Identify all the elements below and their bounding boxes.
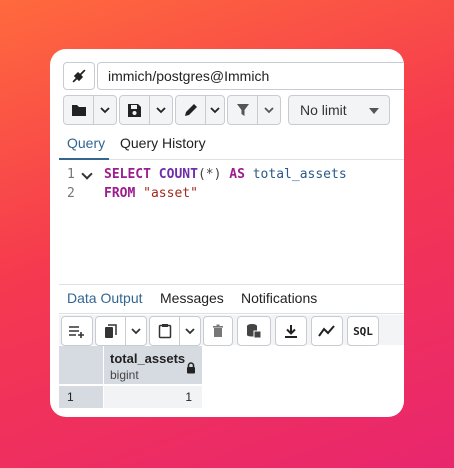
caret-down-icon bbox=[369, 108, 379, 114]
sql-button[interactable]: SQL bbox=[348, 317, 378, 345]
save-group bbox=[119, 95, 173, 125]
sql-alias: total_assets bbox=[252, 167, 347, 182]
delete-group bbox=[203, 316, 233, 346]
add-row-group bbox=[61, 316, 93, 346]
lock-icon bbox=[187, 362, 195, 374]
query-tool-window: immich/postgres@Immich No limit Query Qu… bbox=[50, 49, 404, 417]
pencil-icon bbox=[184, 104, 197, 116]
open-file-button[interactable] bbox=[64, 96, 94, 124]
table-cell[interactable]: 1 bbox=[104, 386, 202, 408]
filter-dropdown[interactable] bbox=[258, 96, 280, 124]
code-line: SELECT COUNT(*) AS total_assets bbox=[104, 167, 347, 182]
graph-group bbox=[311, 316, 343, 346]
floppy-disk-icon bbox=[128, 103, 141, 117]
column-type: bigint bbox=[110, 368, 139, 382]
filter-group bbox=[227, 95, 281, 125]
tab-data-output[interactable]: Data Output bbox=[67, 290, 143, 306]
clipboard-icon bbox=[158, 324, 171, 339]
tab-notifications[interactable]: Notifications bbox=[241, 290, 317, 306]
output-tabs: Data Output Messages Notifications bbox=[59, 284, 404, 314]
chevron-down-icon bbox=[185, 328, 195, 335]
add-row-icon bbox=[69, 326, 84, 338]
copy-dropdown[interactable] bbox=[126, 317, 146, 345]
editor-tabs: Query Query History bbox=[59, 131, 404, 160]
download-button[interactable] bbox=[276, 317, 306, 345]
sql-function: COUNT bbox=[158, 167, 198, 182]
open-file-dropdown[interactable] bbox=[94, 96, 116, 124]
tab-messages[interactable]: Messages bbox=[160, 290, 224, 306]
sql-keyword: FROM bbox=[104, 186, 136, 201]
plug-icon bbox=[72, 69, 86, 83]
query-toolbar: No limit bbox=[59, 95, 404, 127]
edit-button[interactable] bbox=[176, 96, 206, 124]
connection-bar: immich/postgres@Immich bbox=[59, 59, 404, 91]
connection-status-button[interactable] bbox=[63, 62, 95, 90]
save-data-button[interactable] bbox=[238, 317, 270, 345]
edit-dropdown[interactable] bbox=[206, 96, 224, 124]
edit-group bbox=[175, 95, 225, 125]
chevron-down-icon bbox=[264, 107, 274, 114]
delete-row-button[interactable] bbox=[204, 317, 232, 345]
connection-label: immich/postgres@Immich bbox=[108, 68, 270, 84]
line-number: 2 bbox=[67, 186, 75, 201]
chevron-down-icon bbox=[156, 107, 166, 114]
column-header-total-assets[interactable]: total_assets bigint bbox=[104, 346, 202, 384]
grid-corner[interactable] bbox=[59, 346, 103, 384]
row-number-label: 1 bbox=[67, 390, 74, 404]
row-limit-select[interactable]: No limit bbox=[288, 95, 390, 125]
graph-visualiser-button[interactable] bbox=[312, 317, 342, 345]
sql-string: "asset" bbox=[143, 186, 198, 201]
output-toolbar: SQL bbox=[59, 315, 404, 346]
download-group bbox=[275, 316, 307, 346]
line-chart-icon bbox=[318, 325, 335, 337]
column-name: total_assets bbox=[110, 351, 186, 366]
connection-selector[interactable]: immich/postgres@Immich bbox=[97, 62, 404, 90]
add-row-button[interactable] bbox=[62, 317, 92, 345]
sql-args: (*) bbox=[197, 167, 222, 182]
trash-icon bbox=[213, 324, 223, 337]
paste-dropdown[interactable] bbox=[180, 317, 200, 345]
line-number: 1 bbox=[67, 167, 75, 182]
sql-group: SQL bbox=[347, 316, 379, 346]
database-save-icon bbox=[247, 324, 262, 339]
paste-group bbox=[149, 316, 201, 346]
filter-button[interactable] bbox=[228, 96, 258, 124]
download-icon bbox=[285, 324, 297, 338]
row-number[interactable]: 1 bbox=[59, 386, 103, 408]
tab-query-history[interactable]: Query History bbox=[120, 135, 206, 151]
chevron-down-icon bbox=[210, 107, 220, 114]
copy-group bbox=[95, 316, 147, 346]
copy-icon bbox=[104, 323, 117, 338]
copy-button[interactable] bbox=[96, 317, 126, 345]
open-file-group bbox=[63, 95, 117, 125]
tab-query[interactable]: Query bbox=[67, 135, 105, 151]
code-line: FROM "asset" bbox=[104, 186, 198, 201]
save-dropdown[interactable] bbox=[150, 96, 172, 124]
sql-keyword: SELECT bbox=[104, 167, 151, 182]
chevron-down-icon bbox=[131, 328, 141, 335]
save-button[interactable] bbox=[120, 96, 150, 124]
paste-button[interactable] bbox=[150, 317, 180, 345]
cell-value: 1 bbox=[185, 390, 192, 404]
query-tool: immich/postgres@Immich No limit Query Qu… bbox=[59, 59, 404, 417]
folder-icon bbox=[71, 105, 86, 116]
filter-icon bbox=[236, 104, 249, 116]
fold-chevron-icon[interactable] bbox=[81, 168, 93, 180]
row-limit-value: No limit bbox=[300, 102, 347, 118]
chevron-down-icon bbox=[100, 107, 110, 114]
save-data-group bbox=[237, 316, 271, 346]
sql-keyword: AS bbox=[229, 167, 245, 182]
sql-editor[interactable]: 1 2 SELECT COUNT(*) AS total_assets FROM… bbox=[59, 160, 404, 230]
